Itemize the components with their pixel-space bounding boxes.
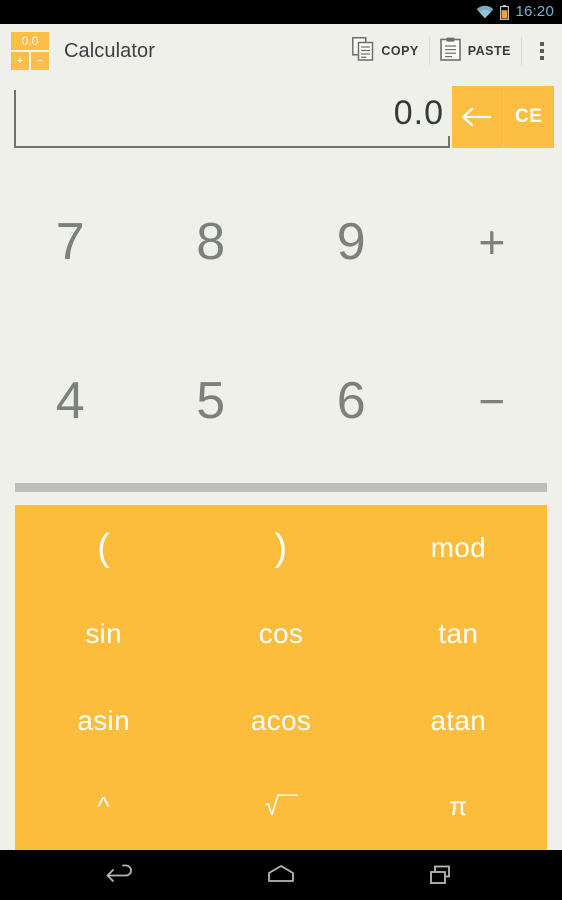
clear-entry-button[interactable]: CE [502,86,555,148]
key-asin[interactable]: asin [15,678,192,764]
app-icon-plus: + [11,52,29,70]
overflow-dot-3 [540,56,544,60]
recent-apps-icon [430,865,450,884]
android-navigation-bar [0,850,562,900]
home-icon [268,865,294,882]
key-6[interactable]: 6 [281,321,422,480]
key-sqrt[interactable]: √‾‾ [192,764,369,850]
nav-recents-button[interactable] [411,850,471,900]
key-7[interactable]: 7 [0,162,141,321]
panel-divider-handle[interactable] [15,483,547,492]
key-tan[interactable]: tan [370,591,547,677]
key-9[interactable]: 9 [281,162,422,321]
battery-icon [500,4,510,20]
key-plus[interactable]: + [422,162,562,321]
copy-button[interactable]: COPY [342,24,428,78]
back-arrow-icon [106,864,132,882]
status-bar-clock: 16:20 [515,3,554,20]
numeric-keypad: 7 8 9 + 4 5 6 − [0,162,562,480]
display-value: 0.0 [393,93,444,132]
clipboard-paste-icon [439,37,461,66]
backspace-button[interactable] [452,86,503,148]
key-acos[interactable]: acos [192,678,369,764]
copy-button-label: COPY [381,44,419,58]
wifi-icon [476,5,494,19]
key-mod[interactable]: mod [370,505,547,591]
app-icon-minus: − [31,52,49,70]
key-cos[interactable]: cos [192,591,369,677]
backspace-arrow-icon [462,107,492,127]
key-5[interactable]: 5 [141,321,282,480]
function-keypad: ( ) mod sin cos tan asin acos atan ^ √‾‾… [15,505,547,850]
key-atan[interactable]: atan [370,678,547,764]
paste-button[interactable]: PASTE [430,24,521,78]
key-4[interactable]: 4 [0,321,141,480]
paste-button-label: PASTE [467,44,511,58]
copy-icon [352,36,374,66]
display-input[interactable]: 0.0 [14,90,450,148]
key-open-paren[interactable]: ( [15,505,192,591]
page-title: Calculator [64,39,156,62]
key-sin[interactable]: sin [15,591,192,677]
key-pi[interactable]: π [370,764,547,850]
clear-button-group: CE [452,86,554,148]
overflow-dot-1 [540,42,544,46]
display-underline-tick [448,136,450,146]
display-area: 0.0 CE [0,80,562,162]
overflow-dot-2 [540,49,544,53]
key-minus[interactable]: − [422,321,562,480]
key-8[interactable]: 8 [141,162,282,321]
overflow-menu-icon[interactable] [522,24,562,78]
status-bar: 16:20 [0,0,562,24]
key-close-paren[interactable]: ) [192,505,369,591]
calculator-app-screen: 16:20 0.0 + − Calculator COPY PASTE 0.0 … [0,0,562,900]
app-icon-display: 0.0 [11,32,49,50]
action-bar: 0.0 + − Calculator COPY PASTE [0,24,562,78]
key-power[interactable]: ^ [15,764,192,850]
calculator-app-icon: 0.0 + − [11,32,49,70]
nav-home-button[interactable] [251,850,311,900]
nav-back-button[interactable] [91,850,151,900]
